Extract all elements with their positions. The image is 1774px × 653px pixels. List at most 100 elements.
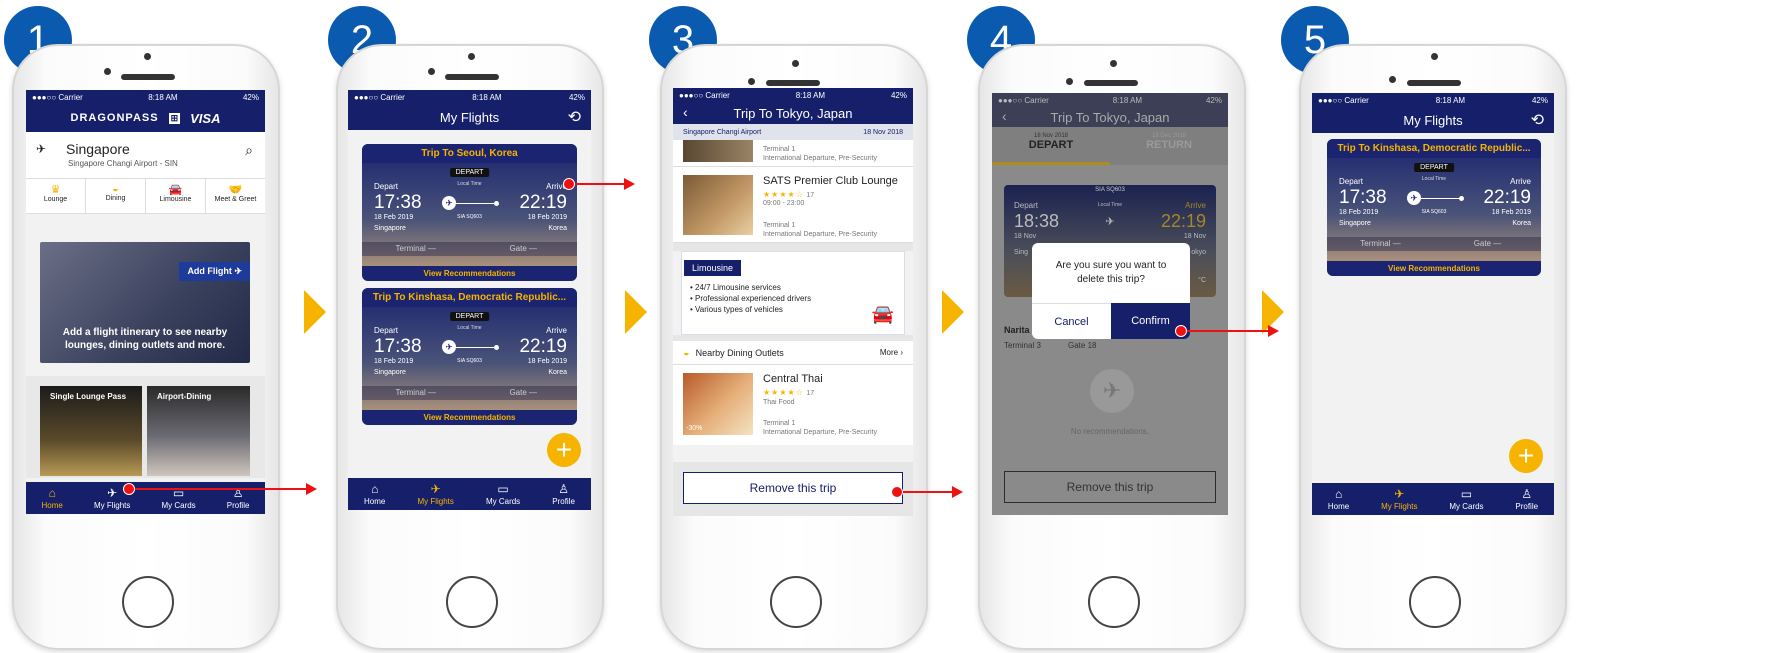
remove-trip-button-dimmed: Remove this trip <box>1004 471 1216 503</box>
back-chevron-icon[interactable]: ‹ <box>683 104 688 120</box>
home-hardware-button[interactable] <box>1409 576 1461 628</box>
remove-trip-button[interactable]: Remove this trip <box>683 472 903 504</box>
screen-my-flights-after-delete: ●●●○○ Carrier 8:18 AM 42% My Flights ⟲ T… <box>1312 93 1554 515</box>
tab-bar: ⌂ Home ✈ My Flights ▭ My Cards ♙ Profile <box>26 482 265 514</box>
home-icon: ⌂ <box>1334 486 1343 501</box>
promo-banner[interactable]: Add Flight ✈ Add a flight itinerary to s… <box>40 242 250 363</box>
tab-my-flights[interactable]: ✈ My Flights <box>417 483 453 506</box>
battery-label: 42% <box>242 92 259 102</box>
tab-my-flights[interactable]: ✈ My Flights <box>1381 488 1417 511</box>
plane-icon: ✈ <box>234 266 242 276</box>
trip-card[interactable]: Trip To Seoul, Korea DEPART Local Time D… <box>362 144 577 281</box>
add-trip-button[interactable]: + <box>547 433 581 467</box>
history-icon[interactable]: ⟲ <box>1531 110 1544 130</box>
tab-return[interactable]: 18 Dec 2018 RETURN <box>1110 127 1228 165</box>
trip-card[interactable]: Trip To Kinshasa, Democratic Republic...… <box>1327 139 1541 276</box>
trip-title: Trip To Kinshasa, Democratic Republic... <box>1327 139 1541 158</box>
tap-indicator <box>563 178 575 190</box>
home-hardware-button[interactable] <box>1088 576 1140 628</box>
flow-arrow <box>1187 325 1279 337</box>
plane-icon: ✈ <box>1407 191 1421 205</box>
limousine-card[interactable]: Limousine • 24/7 Limousine services • Pr… <box>681 251 905 335</box>
plane-icon: ✈ <box>442 196 456 210</box>
location-bar[interactable]: ✈︎ Singapore Singapore Changi Airport - … <box>26 132 265 178</box>
app-logo-icon: ⊞ <box>168 112 181 124</box>
history-icon[interactable]: ⟲ <box>568 107 581 127</box>
status-bar: ●●●○○ Carrier 8:18 AM 42% <box>992 93 1228 107</box>
view-recommendations-link[interactable]: View Recommendations <box>362 266 577 281</box>
dining-icon: ◒ <box>683 346 690 359</box>
view-recommendations-link[interactable]: View Recommendations <box>362 410 577 425</box>
nav-header: ‹ Trip To Tokyo, Japan <box>673 102 913 124</box>
dining-section-header: ◒ Nearby Dining Outlets More › <box>673 341 913 365</box>
tab-home[interactable]: ⌂ Home <box>1328 488 1349 511</box>
star-icon: ★★★★☆ <box>763 190 804 199</box>
tab-profile[interactable]: ♙ Profile <box>1515 488 1538 511</box>
tab-profile[interactable]: ♙ Profile <box>552 483 575 506</box>
lounge-thumbnail <box>683 140 753 162</box>
tap-indicator <box>1175 325 1187 337</box>
trip-leg-tabs: 18 Nov 2018 DEPART 18 Dec 2018 RETURN <box>992 127 1228 165</box>
nav-header: My Flights ⟲ <box>348 104 591 130</box>
profile-icon: ♙ <box>1521 486 1533 501</box>
no-recommendations-icon: ✈ <box>1090 369 1134 413</box>
arrive-time: 22:19 <box>519 192 567 213</box>
car-icon: 🚘 <box>871 304 894 324</box>
home-hardware-button[interactable] <box>446 576 498 628</box>
service-lounge[interactable]: ♛ Lounge <box>26 179 86 213</box>
flow-arrow <box>903 486 963 498</box>
tab-my-cards[interactable]: ▭ My Cards <box>486 483 520 506</box>
tab-bar: ⌂ Home ✈ My Flights ▭ My Cards ♙ Profile <box>1312 483 1554 515</box>
home-hardware-button[interactable] <box>770 576 822 628</box>
search-icon[interactable]: ⌕ <box>245 142 253 159</box>
tap-indicator <box>123 483 135 495</box>
home-icon: ⌂ <box>371 481 379 496</box>
add-trip-button[interactable]: + <box>1509 439 1543 473</box>
service-menu: ♛ Lounge ◒ Dining 🚘 Limousine 🤝 Meet & Greet <box>26 178 265 214</box>
home-hardware-button[interactable] <box>122 576 174 628</box>
more-link[interactable]: More › <box>880 348 903 357</box>
page-title: My Flights <box>1403 112 1463 128</box>
service-limousine[interactable]: 🚘 Limousine <box>146 179 206 213</box>
lounge-list-item[interactable]: SATS Premier Club Lounge ★★★★☆ 17 09:00 … <box>673 167 913 243</box>
back-chevron-icon[interactable]: ‹ <box>1002 108 1007 124</box>
star-icon: ★★★★☆ <box>763 388 804 397</box>
plane-icon: ✈ <box>1105 216 1115 228</box>
depart-time: 17:38 <box>374 192 422 213</box>
tile-airport-dining[interactable]: Airport-Dining <box>147 386 250 476</box>
clock-label: 8:18 AM <box>148 92 178 102</box>
tutorial-canvas: 1 2 3 4 5 ●●●○○ Carrier 8:18 AM 42% DRAG… <box>0 0 1774 653</box>
service-meet-greet[interactable]: 🤝 Meet & Greet <box>206 179 265 213</box>
nav-header: My Flights ⟲ <box>1312 107 1554 133</box>
trip-title: Trip To Seoul, Korea <box>362 144 577 163</box>
rating-stars: ★★★★☆ 17 <box>763 190 815 199</box>
nav-header: ‹ Trip To Tokyo, Japan <box>992 107 1228 127</box>
plane-icon: ✈ <box>1394 486 1405 501</box>
city-name: Singapore <box>66 141 130 157</box>
trip-card[interactable]: Trip To Kinshasa, Democratic Republic...… <box>362 288 577 425</box>
plane-icon: ✈ <box>107 485 118 500</box>
tab-depart[interactable]: 18 Nov 2018 DEPART <box>992 127 1110 165</box>
service-dining[interactable]: ◒ Dining <box>86 179 146 213</box>
dining-list-item[interactable]: -30% Central Thai ★★★★☆ 17 Thai Food Ter… <box>673 365 913 445</box>
tap-indicator <box>891 486 903 498</box>
card-icon: ▭ <box>1460 486 1473 501</box>
next-chevron-icon <box>304 290 326 334</box>
home-icon: ⌂ <box>48 485 56 500</box>
add-flight-button[interactable]: Add Flight ✈ <box>179 262 250 281</box>
cancel-button[interactable]: Cancel <box>1032 303 1111 339</box>
tile-single-lounge-pass[interactable]: Single Lounge Pass <box>40 386 142 476</box>
restaurant-name: Central Thai <box>763 373 823 385</box>
tab-home[interactable]: ⌂ Home <box>42 487 63 510</box>
dragonpass-logo: DRAGONPASS <box>70 112 159 124</box>
lounge-list-item[interactable]: Terminal 1 International Departure, Pre-… <box>673 140 913 167</box>
flow-arrow <box>135 483 317 495</box>
status-bar: ●●●○○ Carrier 8:18 AM 42% <box>348 90 591 104</box>
tab-my-cards[interactable]: ▭ My Cards <box>1449 488 1483 511</box>
page-title: Trip To Tokyo, Japan <box>733 105 853 121</box>
handshake-icon: 🤝 <box>228 184 243 196</box>
view-recommendations-link[interactable]: View Recommendations <box>1327 261 1541 276</box>
tab-home[interactable]: ⌂ Home <box>364 483 385 506</box>
page-title: My Flights <box>439 109 500 125</box>
product-tiles: Single Lounge Pass Airport-Dining <box>26 376 265 478</box>
